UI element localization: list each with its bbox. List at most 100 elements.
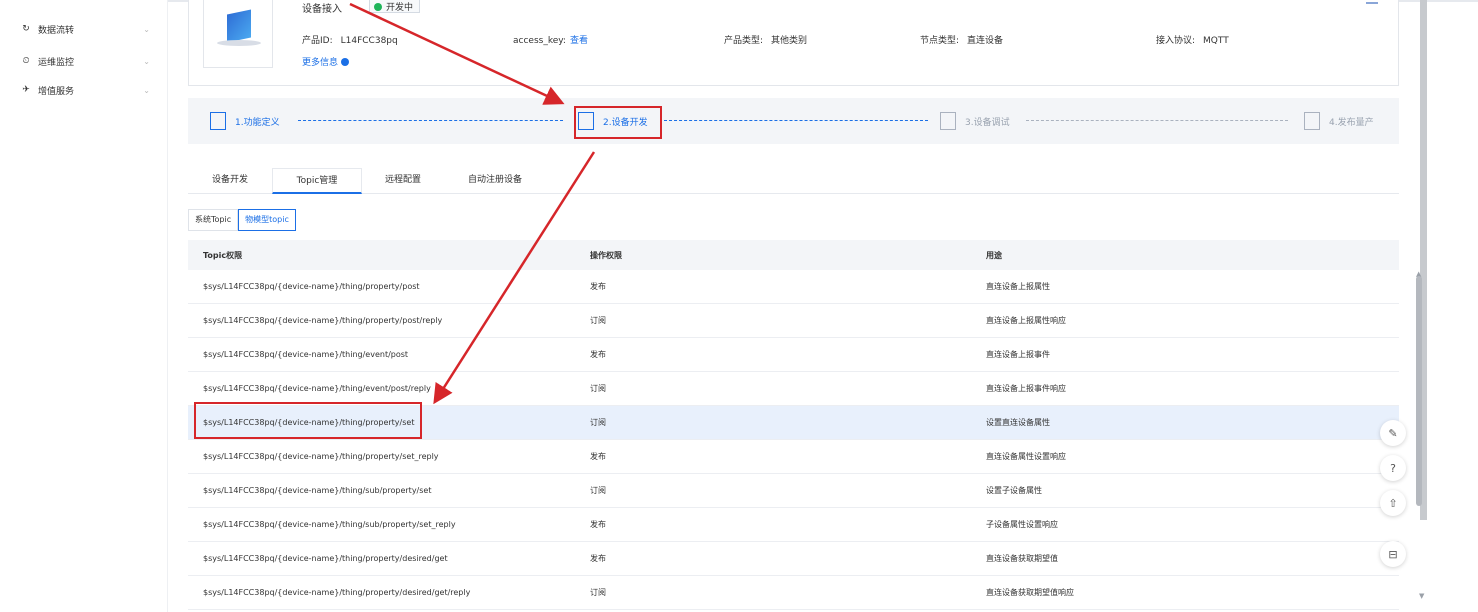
monitor-icon: ⏲ — [22, 56, 30, 66]
step-device-debug[interactable]: 3.设备调试 — [940, 110, 1010, 132]
topic-cell: $sys/L14FCC38pq/{device-name}/thing/prop… — [203, 452, 439, 461]
sidebar-item-label: 数据流转 — [38, 25, 75, 36]
table-scrollbar[interactable] — [1416, 276, 1422, 506]
permission-cell: 发布 — [590, 554, 606, 563]
collapse-icon[interactable]: ⊟ — [1380, 541, 1406, 567]
permission-cell: 发布 — [590, 350, 606, 359]
permission-cell: 订阅 — [590, 486, 606, 495]
topic-type-switch: 系统Topic 物模型topic — [188, 209, 296, 231]
topic-cell: $sys/L14FCC38pq/{device-name}/thing/prop… — [203, 316, 443, 325]
topic-cell: $sys/L14FCC38pq/{device-name}/thing/even… — [203, 384, 431, 393]
document-edit-icon — [210, 112, 226, 130]
product-type-label: 产品类型: — [724, 36, 764, 46]
sidebar-item-value-added[interactable]: ✈ 增值服务 ⌄ — [20, 80, 158, 100]
more-info-link[interactable]: 更多信息 — [302, 55, 350, 68]
topic-cell: $sys/L14FCC38pq/{device-name}/thing/sub/… — [203, 486, 432, 495]
tab-remote-config[interactable]: 远程配置 — [368, 168, 438, 194]
table-row[interactable]: $sys/L14FCC38pq/{device-name}/thing/prop… — [188, 440, 1399, 474]
subtab-model-topic[interactable]: 物模型topic — [238, 209, 296, 231]
topic-cell: $sys/L14FCC38pq/{device-name}/thing/prop… — [203, 554, 448, 563]
sidebar-item-label: 增值服务 — [38, 86, 75, 97]
chevron-down-icon — [341, 58, 350, 66]
permission-cell: 发布 — [590, 452, 606, 461]
product-id-label: 产品ID: — [302, 36, 333, 46]
publish-icon — [1304, 112, 1320, 130]
sidebar-item-ops-monitor[interactable]: ⏲ 运维监控 ⌄ — [20, 51, 158, 71]
table-row[interactable]: $sys/L14FCC38pq/{device-name}/thing/even… — [188, 372, 1399, 406]
step-label: 1.功能定义 — [235, 117, 280, 128]
purpose-cell: 直连设备上报属性响应 — [986, 316, 1066, 325]
node-type-value: 直连设备 — [967, 36, 1004, 46]
status-badge: 开发中 — [369, 0, 421, 13]
column-topic: Topic权限 — [203, 250, 243, 260]
permission-cell: 订阅 — [590, 588, 606, 597]
protocol-label: 接入协议: — [1156, 36, 1196, 46]
product-id-value: L14FCC38pq — [340, 36, 398, 46]
node-type: 节点类型: 直连设备 — [920, 33, 1003, 46]
table-row[interactable]: $sys/L14FCC38pq/{device-name}/thing/prop… — [188, 304, 1399, 338]
sidebar-item-data-flow[interactable]: ↻ 数据流转 ⌄ — [20, 19, 158, 39]
tab-auto-register[interactable]: 自动注册设备 — [450, 168, 540, 194]
step-connector — [664, 120, 928, 121]
device-shadow — [217, 40, 261, 46]
product-info-card: 设备接入 开发中 产品ID: L14FCC38pq access_key: 查看 产… — [188, 0, 1399, 86]
device-icon — [227, 9, 251, 43]
table-row[interactable]: $sys/L14FCC38pq/{device-name}/thing/sub/… — [188, 508, 1399, 542]
purpose-cell: 设置直连设备属性 — [986, 418, 1050, 427]
chevron-down-icon: ⌄ — [143, 24, 150, 34]
scroll-down-icon[interactable]: ▼ — [1419, 592, 1424, 600]
help-icon[interactable]: ? — [1380, 455, 1406, 481]
step-connector — [1026, 120, 1288, 121]
topic-cell: $sys/L14FCC38pq/{device-name}/thing/even… — [203, 350, 409, 359]
permission-cell: 订阅 — [590, 316, 606, 325]
purpose-cell: 直连设备上报事件 — [986, 350, 1050, 359]
step-function-definition[interactable]: 1.功能定义 — [210, 110, 280, 132]
column-permission: 操作权限 — [590, 250, 622, 260]
service-icon: ✈ — [22, 85, 30, 95]
column-purpose: 用途 — [986, 250, 1002, 260]
table-row[interactable]: $sys/L14FCC38pq/{device-name}/thing/prop… — [188, 270, 1399, 304]
product-image — [203, 0, 273, 68]
table-row[interactable]: $sys/L14FCC38pq/{device-name}/thing/prop… — [188, 576, 1399, 610]
status-dot-icon — [374, 3, 382, 11]
step-connector — [298, 120, 563, 121]
sidebar-item-label: 运维监控 — [38, 57, 75, 68]
tab-device-development[interactable]: 设备开发 — [200, 168, 260, 194]
product-type-value: 其他类别 — [771, 36, 808, 46]
purpose-cell: 直连设备上报属性 — [986, 282, 1050, 291]
permission-cell: 订阅 — [590, 418, 606, 427]
tab-bar: 设备开发 Topic管理 远程配置 自动注册设备 — [188, 168, 1399, 194]
status-label: 开发中 — [386, 3, 414, 13]
permission-cell: 订阅 — [590, 384, 606, 393]
more-info-label: 更多信息 — [302, 58, 339, 68]
topic-cell: $sys/L14FCC38pq/{device-name}/thing/prop… — [203, 282, 420, 291]
purpose-cell: 子设备属性设置响应 — [986, 520, 1058, 529]
table-header: Topic权限 操作权限 用途 — [188, 240, 1399, 270]
protocol: 接入协议: MQTT — [1156, 33, 1229, 46]
annotation-box-topic — [194, 402, 422, 439]
table-row[interactable]: $sys/L14FCC38pq/{device-name}/thing/prop… — [188, 542, 1399, 576]
purpose-cell: 直连设备上报事件响应 — [986, 384, 1066, 393]
tab-topic-management[interactable]: Topic管理 — [272, 168, 362, 194]
progress-steps: 1.功能定义 2.设备开发 3.设备调试 4.发布量产 — [188, 98, 1399, 144]
purpose-cell: 直连设备获取期望值响应 — [986, 588, 1074, 597]
access-key: access_key: 查看 — [513, 33, 588, 46]
collapse-icon[interactable] — [1366, 2, 1378, 4]
annotation-box-step — [574, 106, 662, 139]
permission-cell: 发布 — [590, 282, 606, 291]
chevron-down-icon: ⌄ — [143, 56, 150, 66]
chevron-down-icon: ⌄ — [143, 85, 150, 95]
step-publish[interactable]: 4.发布量产 — [1304, 110, 1374, 132]
edit-icon[interactable]: ✎ — [1380, 420, 1406, 446]
sidebar: ↻ 数据流转 ⌄ ⏲ 运维监控 ⌄ ✈ 增值服务 ⌄ — [0, 0, 168, 612]
purpose-cell: 直连设备获取期望值 — [986, 554, 1058, 563]
flow-icon: ↻ — [22, 24, 30, 34]
subtab-system-topic[interactable]: 系统Topic — [188, 209, 239, 231]
device-title: 设备接入 — [302, 4, 342, 15]
permission-cell: 发布 — [590, 520, 606, 529]
table-row[interactable]: $sys/L14FCC38pq/{device-name}/thing/even… — [188, 338, 1399, 372]
access-key-view-link[interactable]: 查看 — [570, 36, 588, 46]
table-row[interactable]: $sys/L14FCC38pq/{device-name}/thing/sub/… — [188, 474, 1399, 508]
topic-cell: $sys/L14FCC38pq/{device-name}/thing/sub/… — [203, 520, 456, 529]
top-icon[interactable]: ⇧ — [1380, 490, 1406, 516]
